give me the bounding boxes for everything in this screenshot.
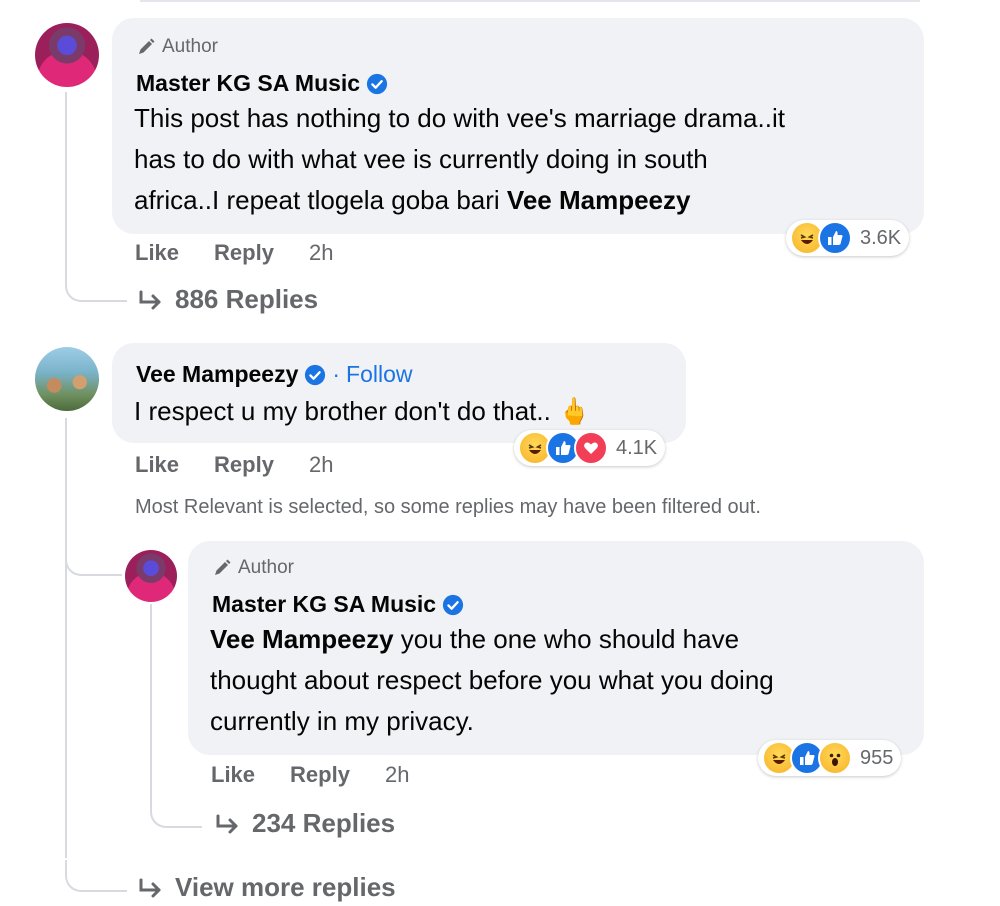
reaction-count: 4.1K (616, 436, 658, 459)
comment-bubble: Author Master KG SA Music Vee Mampeezy y… (188, 541, 924, 755)
replies-count-label[interactable]: 886 Replies (175, 284, 318, 315)
mention-link[interactable]: Vee Mampeezy (507, 185, 691, 215)
thread-curve (65, 860, 127, 892)
thread-curve (65, 548, 122, 576)
commenter-name-text[interactable]: Vee Mampeezy (136, 361, 298, 388)
avatar[interactable] (125, 550, 177, 602)
author-badge: Author (136, 36, 218, 58)
comment-actions: Like Reply 2h (135, 452, 333, 478)
author-badge-label: Author (162, 36, 218, 57)
pen-icon (215, 559, 231, 575)
verified-badge-icon (443, 594, 464, 615)
comment-actions: Like Reply 2h (135, 240, 333, 266)
comment-line: africa..I repeat tlogela goba bari (134, 185, 507, 215)
reaction-count: 955 (860, 746, 894, 769)
comment-timestamp[interactable]: 2h (385, 762, 409, 788)
top-divider (140, 0, 920, 2)
wow-reaction-icon (818, 741, 852, 775)
commenter-name-text[interactable]: Master KG SA Music (136, 70, 360, 97)
reply-button[interactable]: Reply (214, 240, 274, 266)
separator-dot: · (332, 361, 341, 387)
comment-timestamp[interactable]: 2h (309, 452, 333, 478)
commenter-name[interactable]: Master KG SA Music (212, 591, 464, 618)
follow-button[interactable]: Follow (346, 361, 412, 388)
love-reaction-icon (574, 431, 608, 465)
thread-line (65, 418, 67, 858)
comment-text: Vee Mampeezy you the one who should have… (210, 619, 920, 742)
commenter-name[interactable]: Vee Mampeezy · Follow (136, 361, 413, 388)
reply-arrow-icon (139, 878, 161, 897)
thread-line (150, 604, 152, 804)
comment-line: thought about respect before you what yo… (210, 665, 774, 695)
verified-badge-icon (305, 364, 326, 385)
comment-actions: Like Reply 2h (211, 762, 409, 788)
like-button[interactable]: Like (135, 452, 179, 478)
reaction-summary[interactable]: 3.6K (786, 220, 910, 256)
reply-arrow-icon (216, 814, 238, 833)
comment-line: currently in my privacy. (210, 706, 474, 736)
reaction-count: 3.6K (860, 226, 902, 249)
commenter-name-text[interactable]: Master KG SA Music (212, 591, 436, 618)
avatar[interactable] (35, 347, 99, 411)
view-replies-link[interactable]: 234 Replies (214, 808, 395, 839)
author-badge: Author (212, 557, 294, 579)
reaction-summary[interactable]: 955 (758, 740, 902, 776)
like-reaction-icon (818, 221, 852, 255)
reaction-summary[interactable]: 4.1K (514, 430, 666, 466)
like-button[interactable]: Like (211, 762, 255, 788)
verified-badge-icon (367, 73, 388, 94)
filter-note: Most Relevant is selected, so some repli… (135, 496, 761, 518)
comment-line: This post has nothing to do with vee's m… (134, 103, 785, 133)
comment-text: I respect u my brother don't do that.. 🖕 (134, 396, 591, 426)
view-more-label[interactable]: View more replies (175, 872, 396, 903)
author-badge-label: Author (238, 557, 294, 578)
comment-timestamp[interactable]: 2h (309, 240, 333, 266)
comment-line: has to do with what vee is currently doi… (134, 144, 708, 174)
like-button[interactable]: Like (135, 240, 179, 266)
replies-count-label[interactable]: 234 Replies (252, 808, 395, 839)
comment-text: This post has nothing to do with vee's m… (134, 98, 914, 221)
thread-line (65, 92, 67, 282)
avatar[interactable] (35, 23, 99, 87)
thread-curve (150, 800, 202, 828)
reply-arrow-icon (139, 290, 161, 309)
commenter-name[interactable]: Master KG SA Music (136, 70, 388, 97)
reply-button[interactable]: Reply (290, 762, 350, 788)
reply-button[interactable]: Reply (214, 452, 274, 478)
view-more-replies-link[interactable]: View more replies (137, 872, 396, 903)
mention-link[interactable]: Vee Mampeezy (210, 624, 394, 654)
comment-bubble: Vee Mampeezy · Follow I respect u my bro… (112, 343, 686, 443)
comment-line: you the one who should have (393, 624, 740, 654)
thread-curve (65, 270, 127, 302)
pen-icon (139, 38, 155, 54)
comment-bubble: Author Master KG SA Music This post has … (112, 18, 924, 234)
view-replies-link[interactable]: 886 Replies (137, 284, 318, 315)
